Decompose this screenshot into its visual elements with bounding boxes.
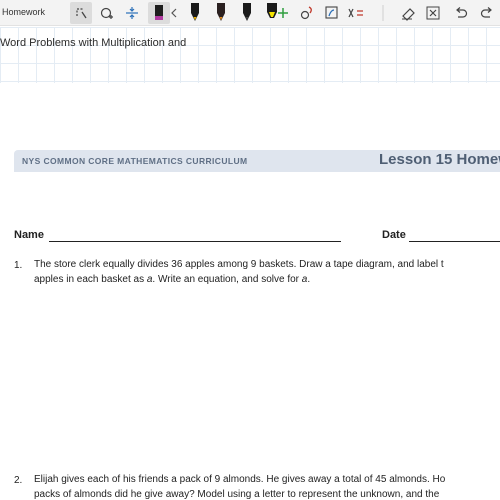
- name-label: Name: [14, 229, 44, 241]
- close-icon[interactable]: [422, 2, 444, 24]
- question-1-line-1: The store clerk equally divides 36 apple…: [34, 259, 444, 270]
- ink-to-shape-icon[interactable]: [297, 2, 319, 24]
- lasso-select-icon[interactable]: [70, 2, 92, 24]
- date-label: Date: [382, 229, 406, 241]
- ink-to-text-icon[interactable]: [321, 2, 343, 24]
- undo-icon[interactable]: [450, 2, 472, 24]
- question-2-line-2: packs of almonds did he give away? Model…: [34, 489, 440, 500]
- chevron-left-icon[interactable]: [168, 2, 180, 24]
- page-title[interactable]: Word Problems with Multiplication and: [0, 37, 186, 49]
- eraser-icon[interactable]: [397, 2, 419, 24]
- question-2-number: 2.: [14, 475, 23, 486]
- name-line: [49, 241, 341, 242]
- pen-black-icon[interactable]: [184, 2, 206, 24]
- question-2-line-1: Elijah gives each of his friends a pack …: [34, 474, 446, 485]
- add-shape-icon[interactable]: [96, 2, 118, 24]
- curriculum-banner: NYS COMMON CORE MATHEMATICS CURRICULUM L…: [14, 150, 500, 172]
- pen-brown-icon[interactable]: [210, 2, 232, 24]
- ribbon-toolbar: Homework: [0, 0, 500, 26]
- insert-space-icon[interactable]: [121, 2, 143, 24]
- math-divider-icon: [372, 2, 394, 24]
- question-1-line-2: apples in each basket as a. Write an equ…: [34, 274, 311, 285]
- date-line: [409, 241, 500, 242]
- curriculum-name: NYS COMMON CORE MATHEMATICS CURRICULUM: [22, 156, 248, 166]
- add-pen-icon[interactable]: [272, 2, 294, 24]
- ruled-page-area[interactable]: [0, 27, 500, 83]
- pen-dark-icon[interactable]: [236, 2, 258, 24]
- lesson-title: Lesson 15 Homew: [379, 151, 500, 168]
- question-1-number: 1.: [14, 260, 23, 271]
- redo-icon[interactable]: [476, 2, 498, 24]
- ink-to-math-icon[interactable]: [345, 2, 367, 24]
- notebook-page-tab[interactable]: Homework: [2, 7, 45, 17]
- marker-pen-icon[interactable]: [148, 2, 170, 24]
